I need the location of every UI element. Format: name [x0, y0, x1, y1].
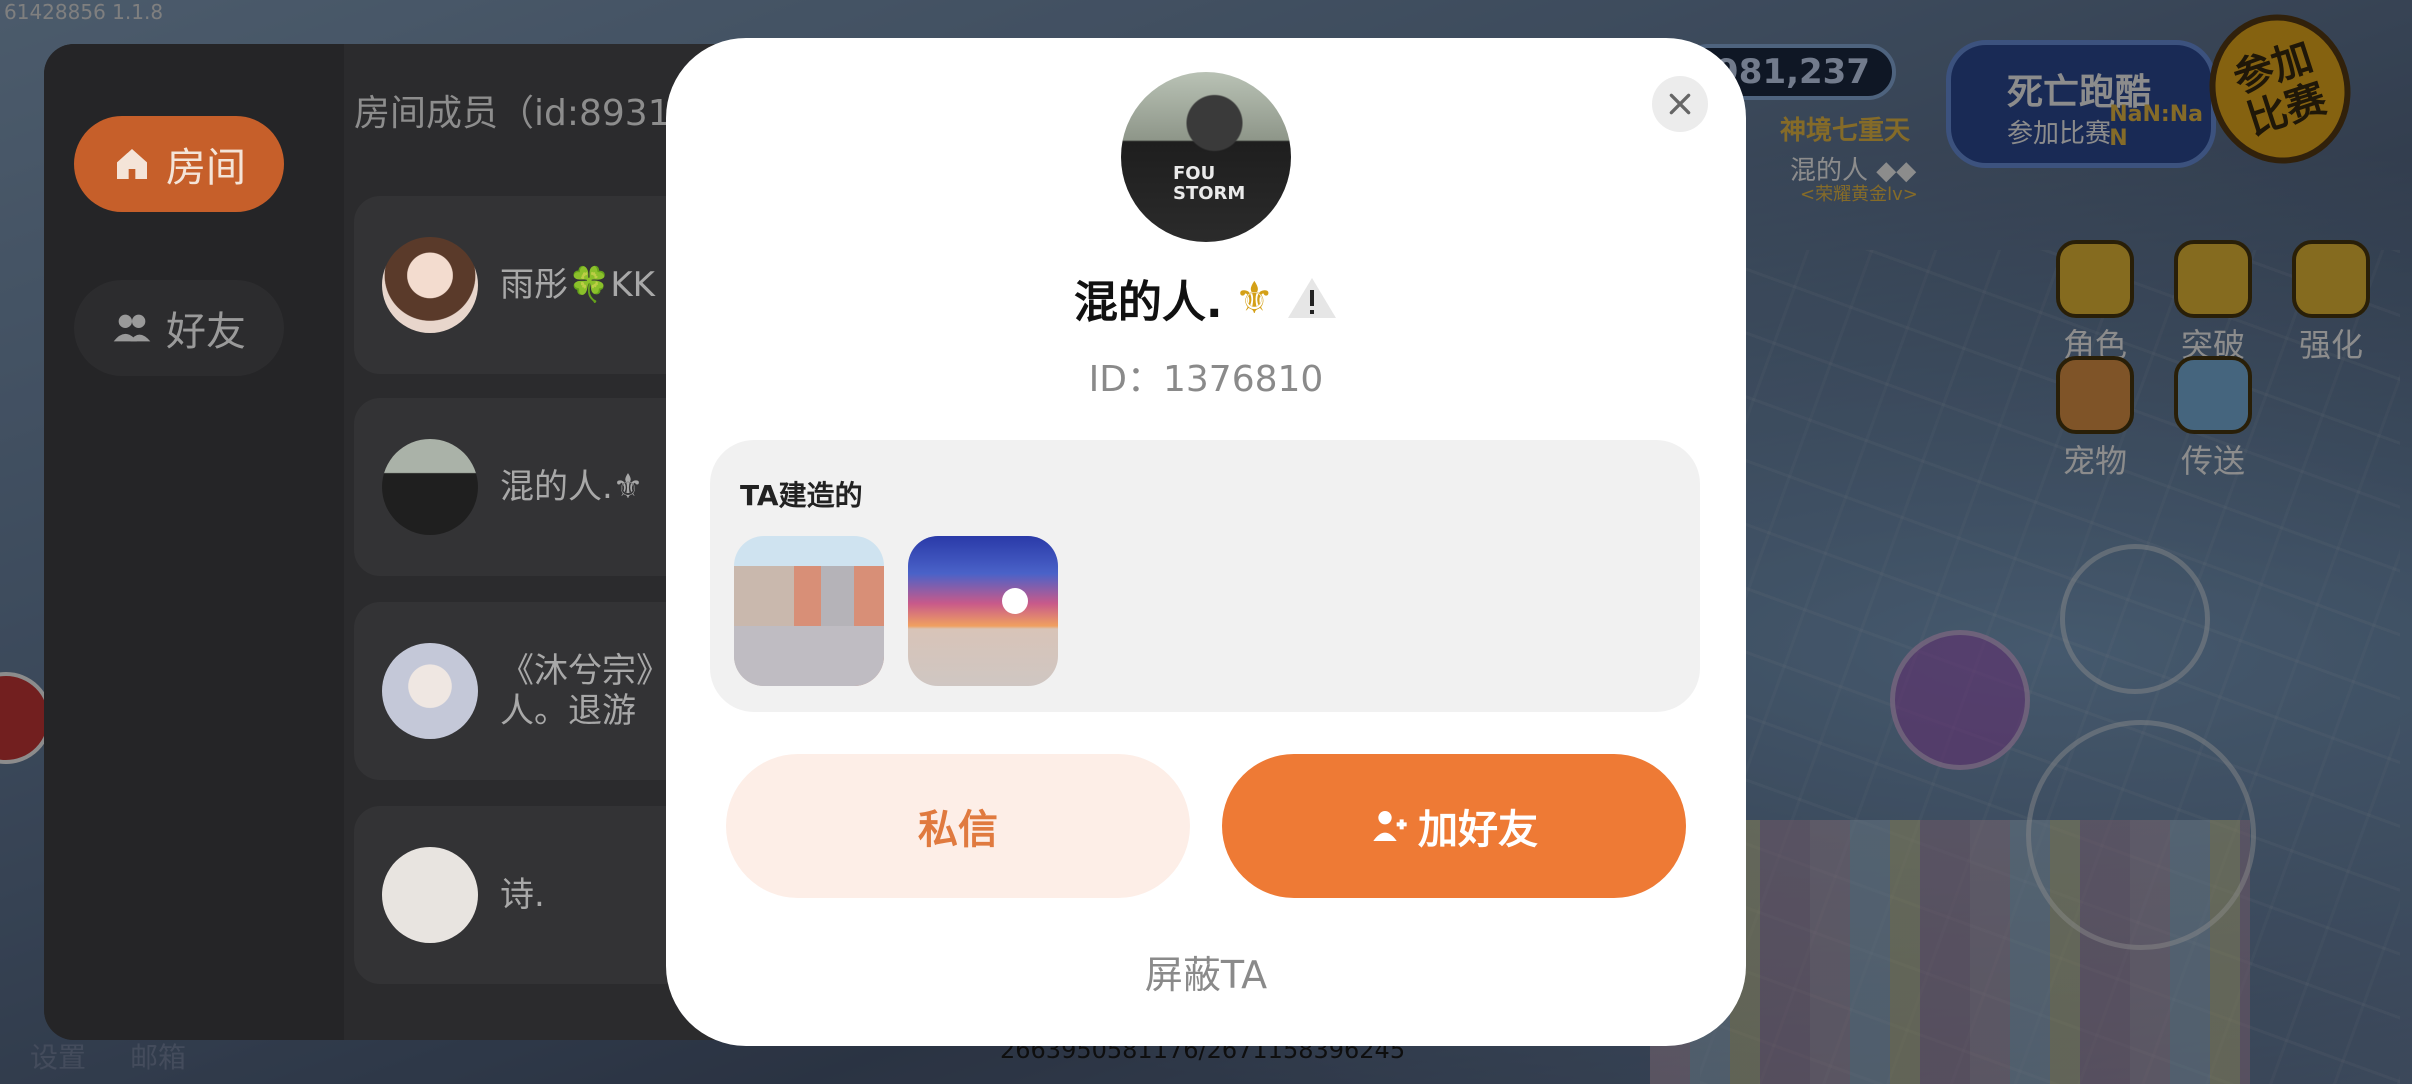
private-message-button[interactable]: 私信: [726, 754, 1190, 898]
member-name: 《沐兮宗》 人。退游: [500, 651, 670, 731]
profile-avatar: FOU STORM: [1121, 72, 1291, 242]
tab-friends-label: 好友: [166, 309, 246, 355]
report-warning-icon[interactable]: [1286, 276, 1338, 320]
block-user-link[interactable]: 屏蔽TA: [666, 944, 1746, 999]
map-thumbnail[interactable]: [734, 536, 884, 686]
private-message-label: 私信: [918, 807, 998, 853]
built-maps-title: TA建造的: [740, 479, 863, 512]
avatar-shirt-text: FOU STORM: [1173, 163, 1246, 204]
tab-room-label: 房间: [166, 145, 246, 191]
tab-room[interactable]: 房间: [74, 116, 284, 212]
avatar: [382, 847, 478, 943]
room-members-panel: 房间 好友 房间成员（id:89310 雨彤🍀KK 混的人.⚜ 《沐兮宗》 人。…: [44, 44, 744, 1040]
room-title: 房间成员（id:89310: [354, 93, 694, 134]
member-name: 诗.: [500, 875, 545, 915]
tab-friends[interactable]: 好友: [74, 280, 284, 376]
profile-name: 混的人.: [1073, 277, 1223, 328]
map-thumbnail[interactable]: [908, 536, 1058, 686]
profile-name-row: 混的人. ⚜: [666, 266, 1746, 330]
member-name: 雨彤🍀KK: [500, 265, 655, 305]
built-maps-section: TA建造的: [710, 440, 1700, 712]
member-name: 混的人.⚜: [500, 467, 644, 507]
profile-modal: FOU STORM 混的人. ⚜ ID：1376810 TA建造的 私信 加好友…: [666, 38, 1746, 1046]
room-panel-sidebar: 房间 好友: [44, 44, 344, 1040]
avatar: [382, 439, 478, 535]
avatar: [382, 643, 478, 739]
close-button[interactable]: [1652, 76, 1708, 132]
profile-id: ID：1376810: [1088, 359, 1324, 400]
home-icon: [117, 149, 147, 179]
avatar: [382, 237, 478, 333]
add-user-icon: [1373, 811, 1407, 841]
friends-icon: [113, 314, 151, 342]
fleur-badge-icon: ⚜: [1234, 272, 1275, 324]
add-friend-button[interactable]: 加好友: [1222, 754, 1686, 898]
add-friend-label: 加好友: [1418, 807, 1538, 853]
close-icon: [1669, 93, 1691, 115]
